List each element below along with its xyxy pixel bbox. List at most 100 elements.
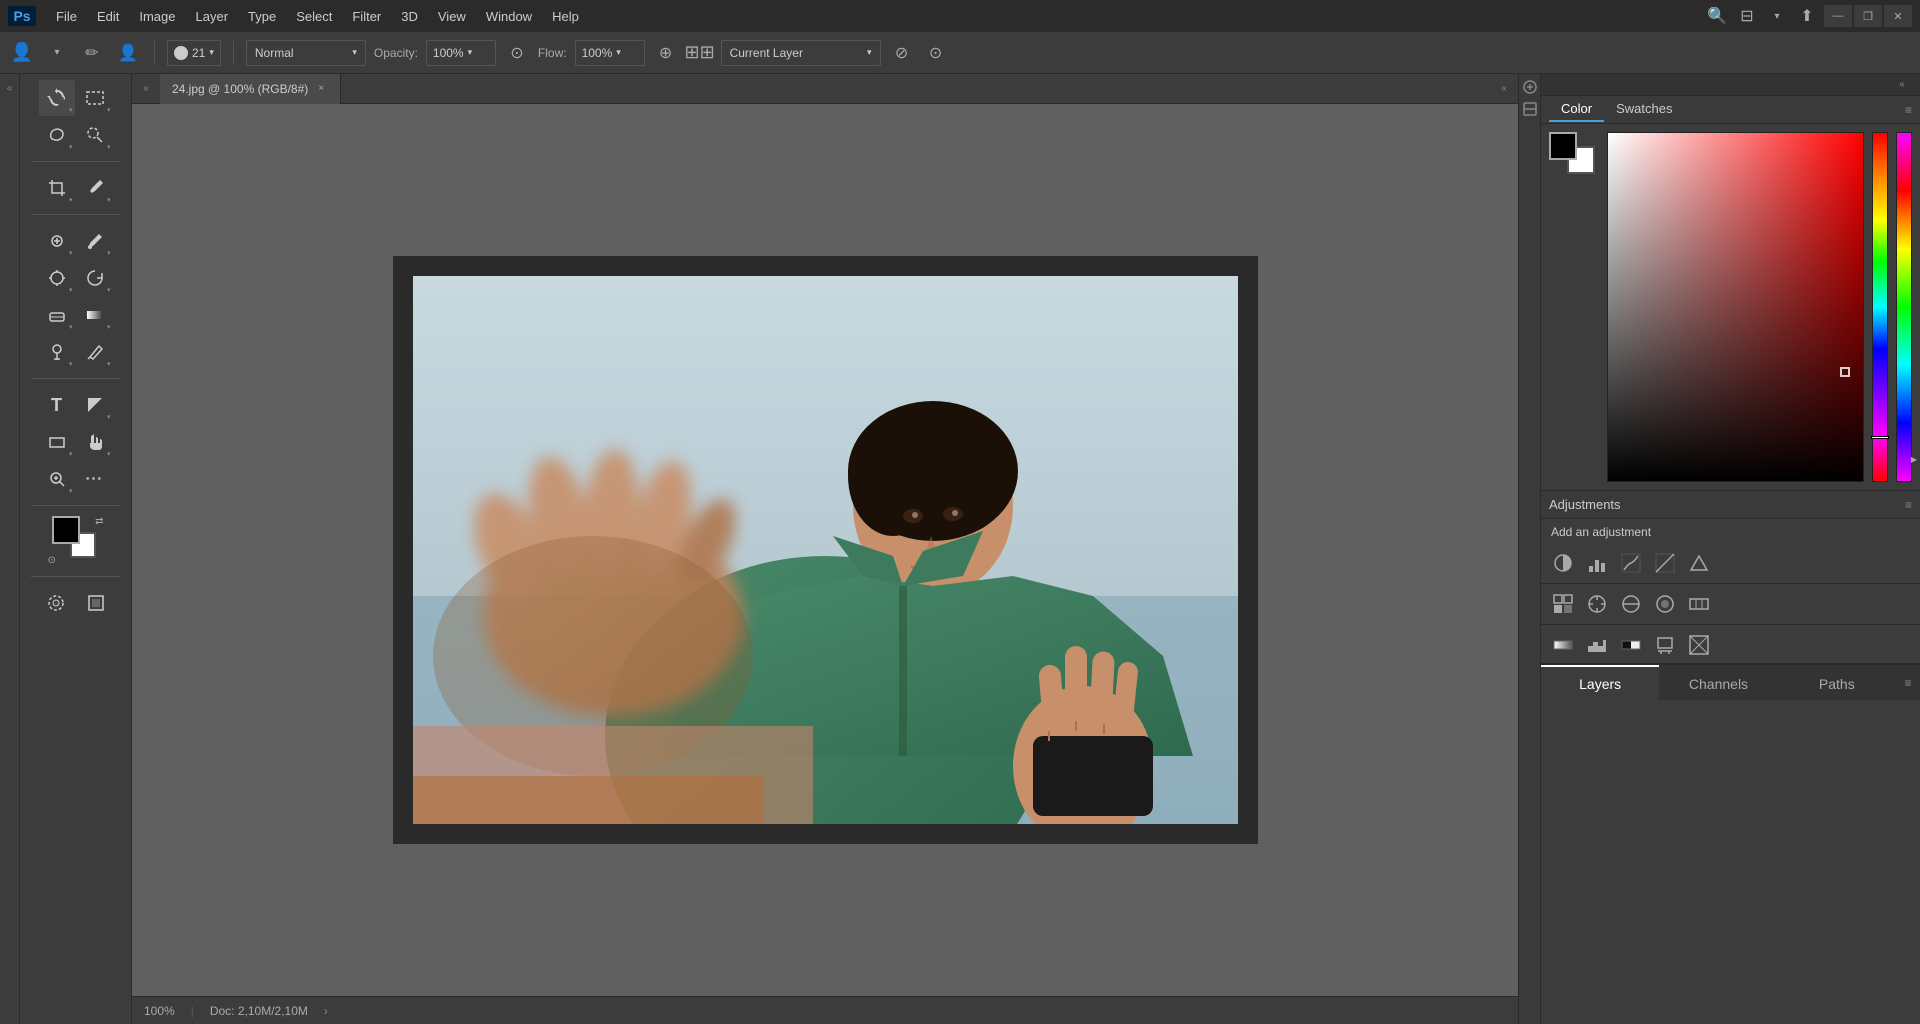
reset-colors-icon[interactable]: ⊙ — [48, 555, 56, 566]
paths-tab[interactable]: Paths — [1778, 665, 1896, 700]
exposure-icon[interactable] — [1651, 549, 1679, 577]
selective-color-icon[interactable] — [1651, 631, 1679, 659]
gradient-map-icon[interactable] — [1685, 549, 1713, 577]
tool-preset-arrow[interactable]: ▾ — [44, 40, 70, 66]
flow-input[interactable]: 100% ▾ — [575, 40, 645, 66]
color-swatches-area: ⊙ ⇄ — [48, 516, 104, 566]
brightness-contrast-icon[interactable] — [1549, 549, 1577, 577]
collapse-panel-left[interactable]: « — [136, 79, 156, 99]
blend-mode-dropdown[interactable]: Normal ▾ — [246, 40, 366, 66]
fg-swatch[interactable] — [1549, 132, 1577, 160]
tool-group-retouch: ▾ ▾ ▾ ▾ ▾ — [20, 221, 131, 372]
zoom-tool[interactable]: ▾ — [39, 461, 75, 497]
pen-tool[interactable]: ▾ — [77, 334, 113, 370]
history-brush-tool[interactable]: ▾ — [77, 260, 113, 296]
menu-filter[interactable]: Filter — [344, 5, 389, 28]
channel-mixer-icon[interactable] — [1685, 590, 1713, 618]
menu-edit[interactable]: Edit — [89, 5, 127, 28]
brush-tool[interactable]: ▾ — [77, 223, 113, 259]
crop-tool[interactable]: ▾ — [39, 170, 75, 206]
collapse-panel-right[interactable]: « — [1494, 79, 1514, 99]
clone-stamp-tool[interactable]: ▾ — [39, 260, 75, 296]
foreground-color[interactable] — [52, 516, 80, 544]
sample-all-icon[interactable]: ⊘ — [889, 40, 915, 66]
threshold-icon[interactable] — [1617, 631, 1645, 659]
status-expand-button[interactable]: › — [324, 1004, 328, 1018]
brush-size-picker[interactable]: 21 ▾ — [167, 40, 221, 66]
tool-preset-button[interactable]: 👤 — [8, 39, 36, 67]
eraser-tool[interactable]: ▾ — [39, 297, 75, 333]
portrait-icon[interactable]: 👤 — [114, 39, 142, 67]
workspace-icon[interactable]: ⊟ — [1734, 3, 1760, 29]
text-tool[interactable]: T — [39, 387, 75, 423]
menu-layer[interactable]: Layer — [188, 5, 237, 28]
hand-tool[interactable]: ▾ — [77, 424, 113, 460]
airbrush-icon[interactable]: ⊙ — [504, 40, 530, 66]
tab-close-button[interactable]: × — [314, 82, 328, 96]
menu-file[interactable]: File — [48, 5, 85, 28]
menu-view[interactable]: View — [430, 5, 474, 28]
color-balance-icon[interactable] — [1617, 590, 1645, 618]
photo-filter-icon[interactable] — [1651, 590, 1679, 618]
minimize-button[interactable]: — — [1824, 5, 1852, 27]
curves-icon[interactable] — [1617, 549, 1645, 577]
color-gradient-picker[interactable] — [1607, 132, 1864, 482]
screen-mode-button[interactable] — [78, 585, 114, 621]
canvas-container[interactable] — [132, 104, 1518, 996]
menu-type[interactable]: Type — [240, 5, 284, 28]
panel-icon-2[interactable] — [1521, 100, 1539, 118]
lasso-tool[interactable]: ▾ — [39, 117, 75, 153]
gradient-tool[interactable]: ▾ — [77, 297, 113, 333]
vibrance-icon[interactable] — [1549, 590, 1577, 618]
smoothing-icon[interactable]: ⊕ — [653, 40, 679, 66]
adjustments-menu[interactable]: ≡ — [1905, 498, 1912, 512]
collapse-right-button[interactable]: « — [1892, 75, 1912, 95]
quick-select-tool[interactable]: ▾ — [77, 117, 113, 153]
channels-icon[interactable]: ⊞⊞ — [687, 40, 713, 66]
move-tool[interactable]: ▾ — [39, 80, 75, 116]
marquee-rect-tool[interactable]: ▾ — [77, 80, 113, 116]
gradient-map2-icon[interactable] — [1549, 631, 1577, 659]
brush-mode-button[interactable]: ✏ — [78, 39, 106, 67]
collapse-left-button[interactable]: « — [0, 78, 20, 98]
layers-panel-menu[interactable]: ≡ — [1896, 665, 1920, 700]
spectrum-slider[interactable]: ▶ — [1896, 132, 1912, 482]
path-select-tool[interactable]: ▾ — [77, 387, 113, 423]
toggle-adjust-icon[interactable]: ⊙ — [923, 40, 949, 66]
color-tab[interactable]: Color — [1549, 97, 1604, 122]
menu-3d[interactable]: 3D — [393, 5, 426, 28]
menu-window[interactable]: Window — [478, 5, 540, 28]
more-tools-button[interactable]: ••• — [77, 461, 113, 497]
menu-help[interactable]: Help — [544, 5, 587, 28]
document-tab[interactable]: 24.jpg @ 100% (RGB/8#) × — [160, 74, 341, 104]
sample-dropdown[interactable]: Current Layer ▾ — [721, 40, 881, 66]
workspace-arrow-icon[interactable]: ▾ — [1764, 3, 1790, 29]
swatches-tab[interactable]: Swatches — [1604, 97, 1684, 122]
levels-icon[interactable] — [1583, 549, 1611, 577]
hue-saturation-icon[interactable] — [1583, 590, 1611, 618]
eyedropper-tool[interactable]: ▾ — [77, 170, 113, 206]
share-icon[interactable]: ⬆ — [1794, 3, 1820, 29]
swap-colors-icon[interactable]: ⇄ — [95, 516, 103, 527]
shape-tool[interactable]: ▾ — [39, 424, 75, 460]
tool-separator-1 — [31, 161, 120, 162]
panel-icon-1[interactable] — [1521, 78, 1539, 96]
quick-mask-button[interactable] — [38, 585, 74, 621]
canvas-image[interactable] — [413, 276, 1238, 824]
dodge-tool[interactable]: ▾ — [39, 334, 75, 370]
menu-select[interactable]: Select — [288, 5, 340, 28]
separator-1 — [154, 41, 155, 65]
layers-tab[interactable]: Layers — [1541, 665, 1659, 700]
close-button[interactable]: ✕ — [1884, 5, 1912, 27]
posterize-icon[interactable] — [1583, 631, 1611, 659]
hue-slider[interactable] — [1872, 132, 1888, 482]
maximize-button[interactable]: ❐ — [1854, 5, 1882, 27]
invert-icon[interactable] — [1685, 631, 1713, 659]
healing-brush-tool[interactable]: ▾ — [39, 223, 75, 259]
menu-image[interactable]: Image — [131, 5, 183, 28]
color-picker-cursor — [1840, 367, 1850, 377]
channels-tab[interactable]: Channels — [1659, 665, 1777, 700]
opacity-input[interactable]: 100% ▾ — [426, 40, 496, 66]
color-panel-menu[interactable]: ≡ — [1905, 103, 1912, 117]
search-icon[interactable]: 🔍 — [1704, 3, 1730, 29]
